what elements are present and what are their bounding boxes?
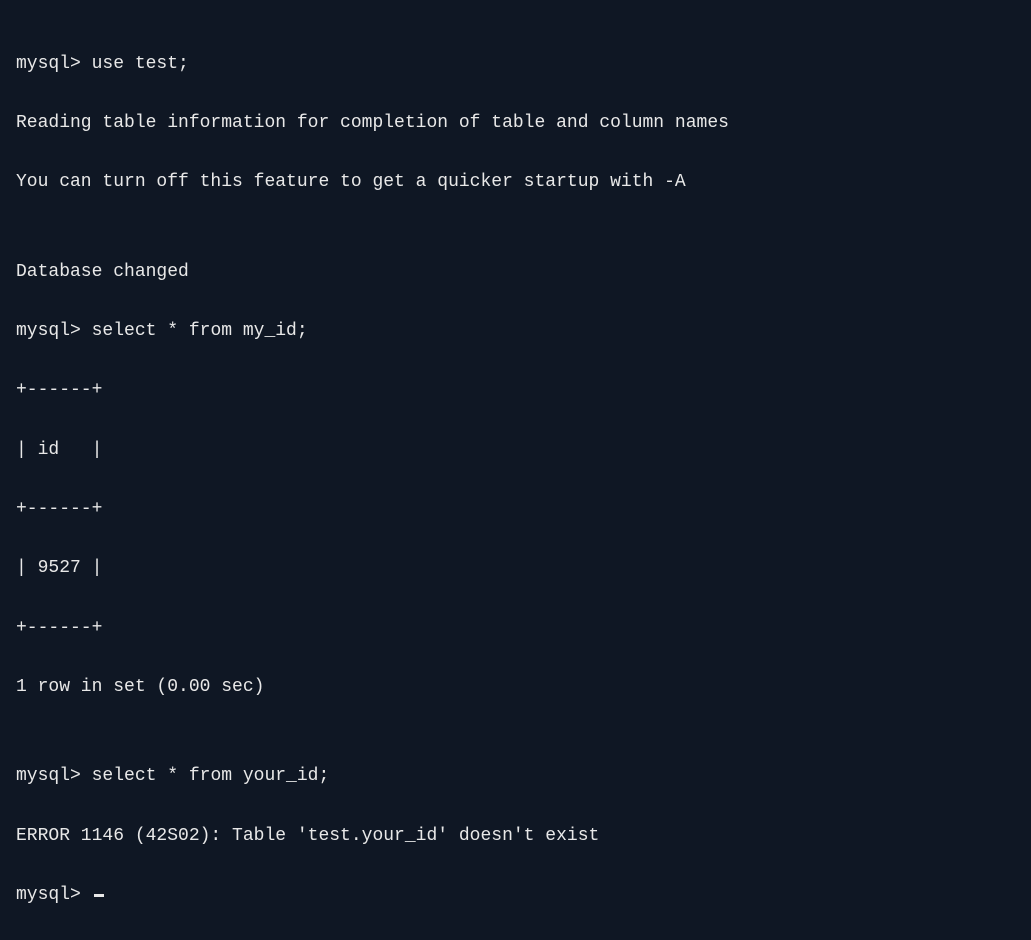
prompt: mysql> (16, 321, 92, 341)
prompt: mysql> (16, 766, 92, 786)
terminal-line: mysql> select * from my_id; (16, 317, 1015, 347)
prompt: mysql> (16, 885, 92, 905)
command-text: use test; (92, 54, 189, 74)
terminal-output[interactable]: mysql> use test; Reading table informati… (16, 20, 1015, 940)
terminal-line: Reading table information for completion… (16, 109, 1015, 139)
terminal-line: mysql> select * from your_id; (16, 762, 1015, 792)
cursor-icon (94, 894, 104, 897)
command-text: select * from your_id; (92, 766, 330, 786)
error-message: ERROR 1146 (42S02): Table 'test.your_id'… (16, 822, 1015, 852)
terminal-line: mysql> (16, 881, 1015, 911)
terminal-line: You can turn off this feature to get a q… (16, 168, 1015, 198)
table-border: +------+ (16, 376, 1015, 406)
table-row: | 9527 | (16, 554, 1015, 584)
result-summary: 1 row in set (0.00 sec) (16, 673, 1015, 703)
table-border: +------+ (16, 495, 1015, 525)
command-text: select * from my_id; (92, 321, 308, 341)
prompt: mysql> (16, 54, 92, 74)
terminal-line: Database changed (16, 258, 1015, 288)
table-header: | id | (16, 436, 1015, 466)
terminal-line: mysql> use test; (16, 50, 1015, 80)
table-border: +------+ (16, 614, 1015, 644)
